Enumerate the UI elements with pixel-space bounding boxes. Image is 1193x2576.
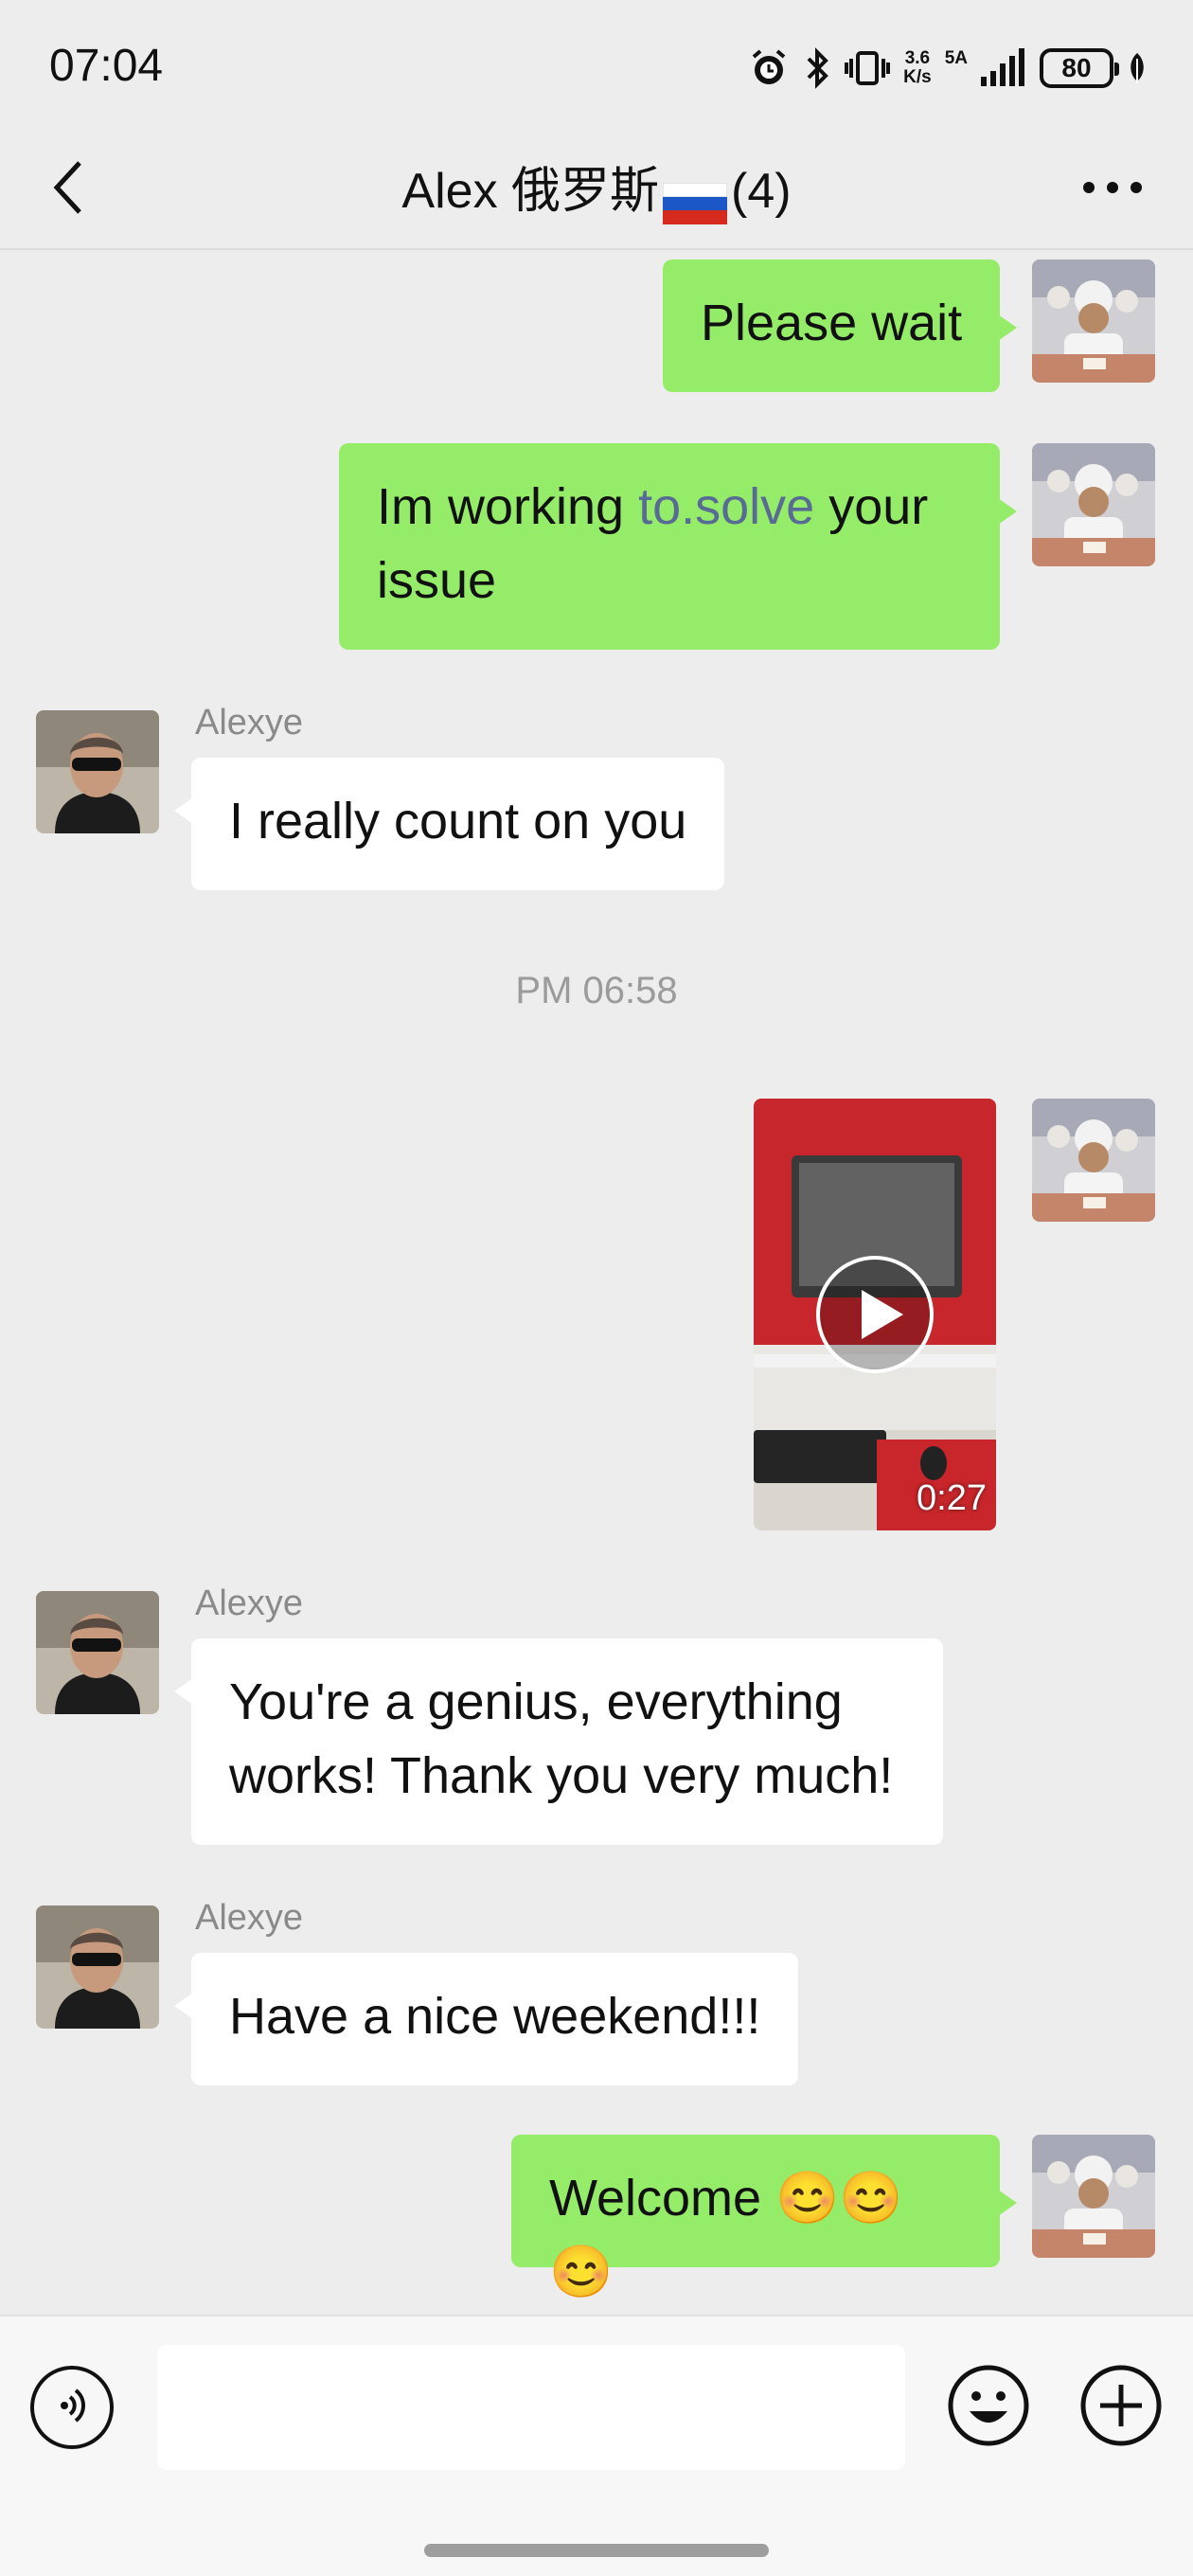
alarm-icon (748, 47, 790, 89)
contact-avatar[interactable] (36, 1905, 159, 2029)
chat-title-name: Alex 俄罗斯 (401, 164, 660, 219)
message-text: I really count on you (229, 793, 687, 850)
network-type: 5A (944, 48, 968, 68)
more-icon (1081, 181, 1144, 199)
message-bubble-sent[interactable]: Im working to.solve your issue (339, 443, 1017, 650)
add-icon (1080, 2365, 1162, 2446)
status-bar: 07:04 3.6 K/s 5A 80 (0, 0, 1193, 133)
video-duration: 0:27 (917, 1478, 987, 1518)
message-text: You're a genius, everything works! Thank… (229, 1673, 894, 1804)
voice-icon (51, 2385, 93, 2431)
play-icon (816, 1256, 934, 1373)
message-bubble-received[interactable]: You're a genius, everything works! Thank… (174, 1638, 943, 1845)
my-avatar[interactable] (1032, 2135, 1155, 2258)
chat-screen: 07:04 3.6 K/s 5A 80 Alex 俄罗斯 (4) Please … (0, 0, 1193, 2576)
contact-avatar[interactable] (36, 1591, 159, 1714)
russian-flag-icon (662, 170, 728, 224)
chat-member-count: (4) (731, 164, 792, 219)
sender-name: Alexye (195, 1583, 304, 1623)
video-message[interactable]: 0:27 (754, 1099, 996, 1530)
status-icons: 3.6 K/s 5A 80 (748, 42, 1148, 95)
network-label: 5A (945, 49, 968, 87)
contact-avatar[interactable] (36, 710, 159, 833)
sender-name: Alexye (195, 703, 304, 742)
bluetooth-icon (803, 47, 831, 89)
message-timestamp: PM 06:58 (515, 970, 678, 1011)
play-button[interactable] (814, 1254, 935, 1375)
message-bubble-sent[interactable]: Welcome 😊😊😊 (511, 2135, 1017, 2300)
battery-icon: 80 (1040, 48, 1119, 88)
my-avatar[interactable] (1032, 443, 1155, 566)
emoji-icon (948, 2365, 1029, 2446)
signal-icon (981, 48, 1026, 88)
message-bubble-received[interactable]: I really count on you (173, 758, 725, 890)
message-text: Please wait (701, 295, 963, 351)
battery-level: 80 (1061, 53, 1092, 82)
network-sub (945, 68, 968, 87)
vibrate-icon (845, 47, 891, 89)
more-button[interactable] (1070, 159, 1155, 220)
my-avatar[interactable] (1032, 1099, 1155, 1222)
my-avatar[interactable] (1032, 259, 1155, 383)
emoji-button[interactable] (945, 2362, 1032, 2449)
sender-name: Alexye (195, 1898, 304, 1938)
net-speed-unit: K/s (903, 67, 932, 87)
message-bubble-received[interactable]: Have a nice weekend!!! (173, 1953, 799, 2085)
voice-button[interactable] (30, 2366, 114, 2449)
chat-title: Alex 俄罗斯 (4) (0, 153, 1193, 229)
message-input[interactable] (157, 2345, 905, 2470)
home-indicator[interactable] (424, 2544, 769, 2557)
message-bubble-sent[interactable]: Please wait (663, 259, 1018, 392)
net-speed-value: 3.6 (904, 48, 931, 68)
status-time: 07:04 (49, 41, 164, 91)
leaf-icon (1127, 51, 1148, 85)
message-text: Have a nice weekend!!! (229, 1988, 761, 2045)
chat-header: Alex 俄罗斯 (4) (0, 133, 1193, 250)
net-speed: 3.6 K/s (903, 49, 932, 87)
input-bar (0, 2315, 1193, 2576)
add-button[interactable] (1077, 2362, 1165, 2449)
message-text: Im working (377, 478, 639, 535)
message-link[interactable]: to.solve (638, 478, 814, 535)
message-text: Welcome 😊😊😊 (549, 2170, 903, 2300)
